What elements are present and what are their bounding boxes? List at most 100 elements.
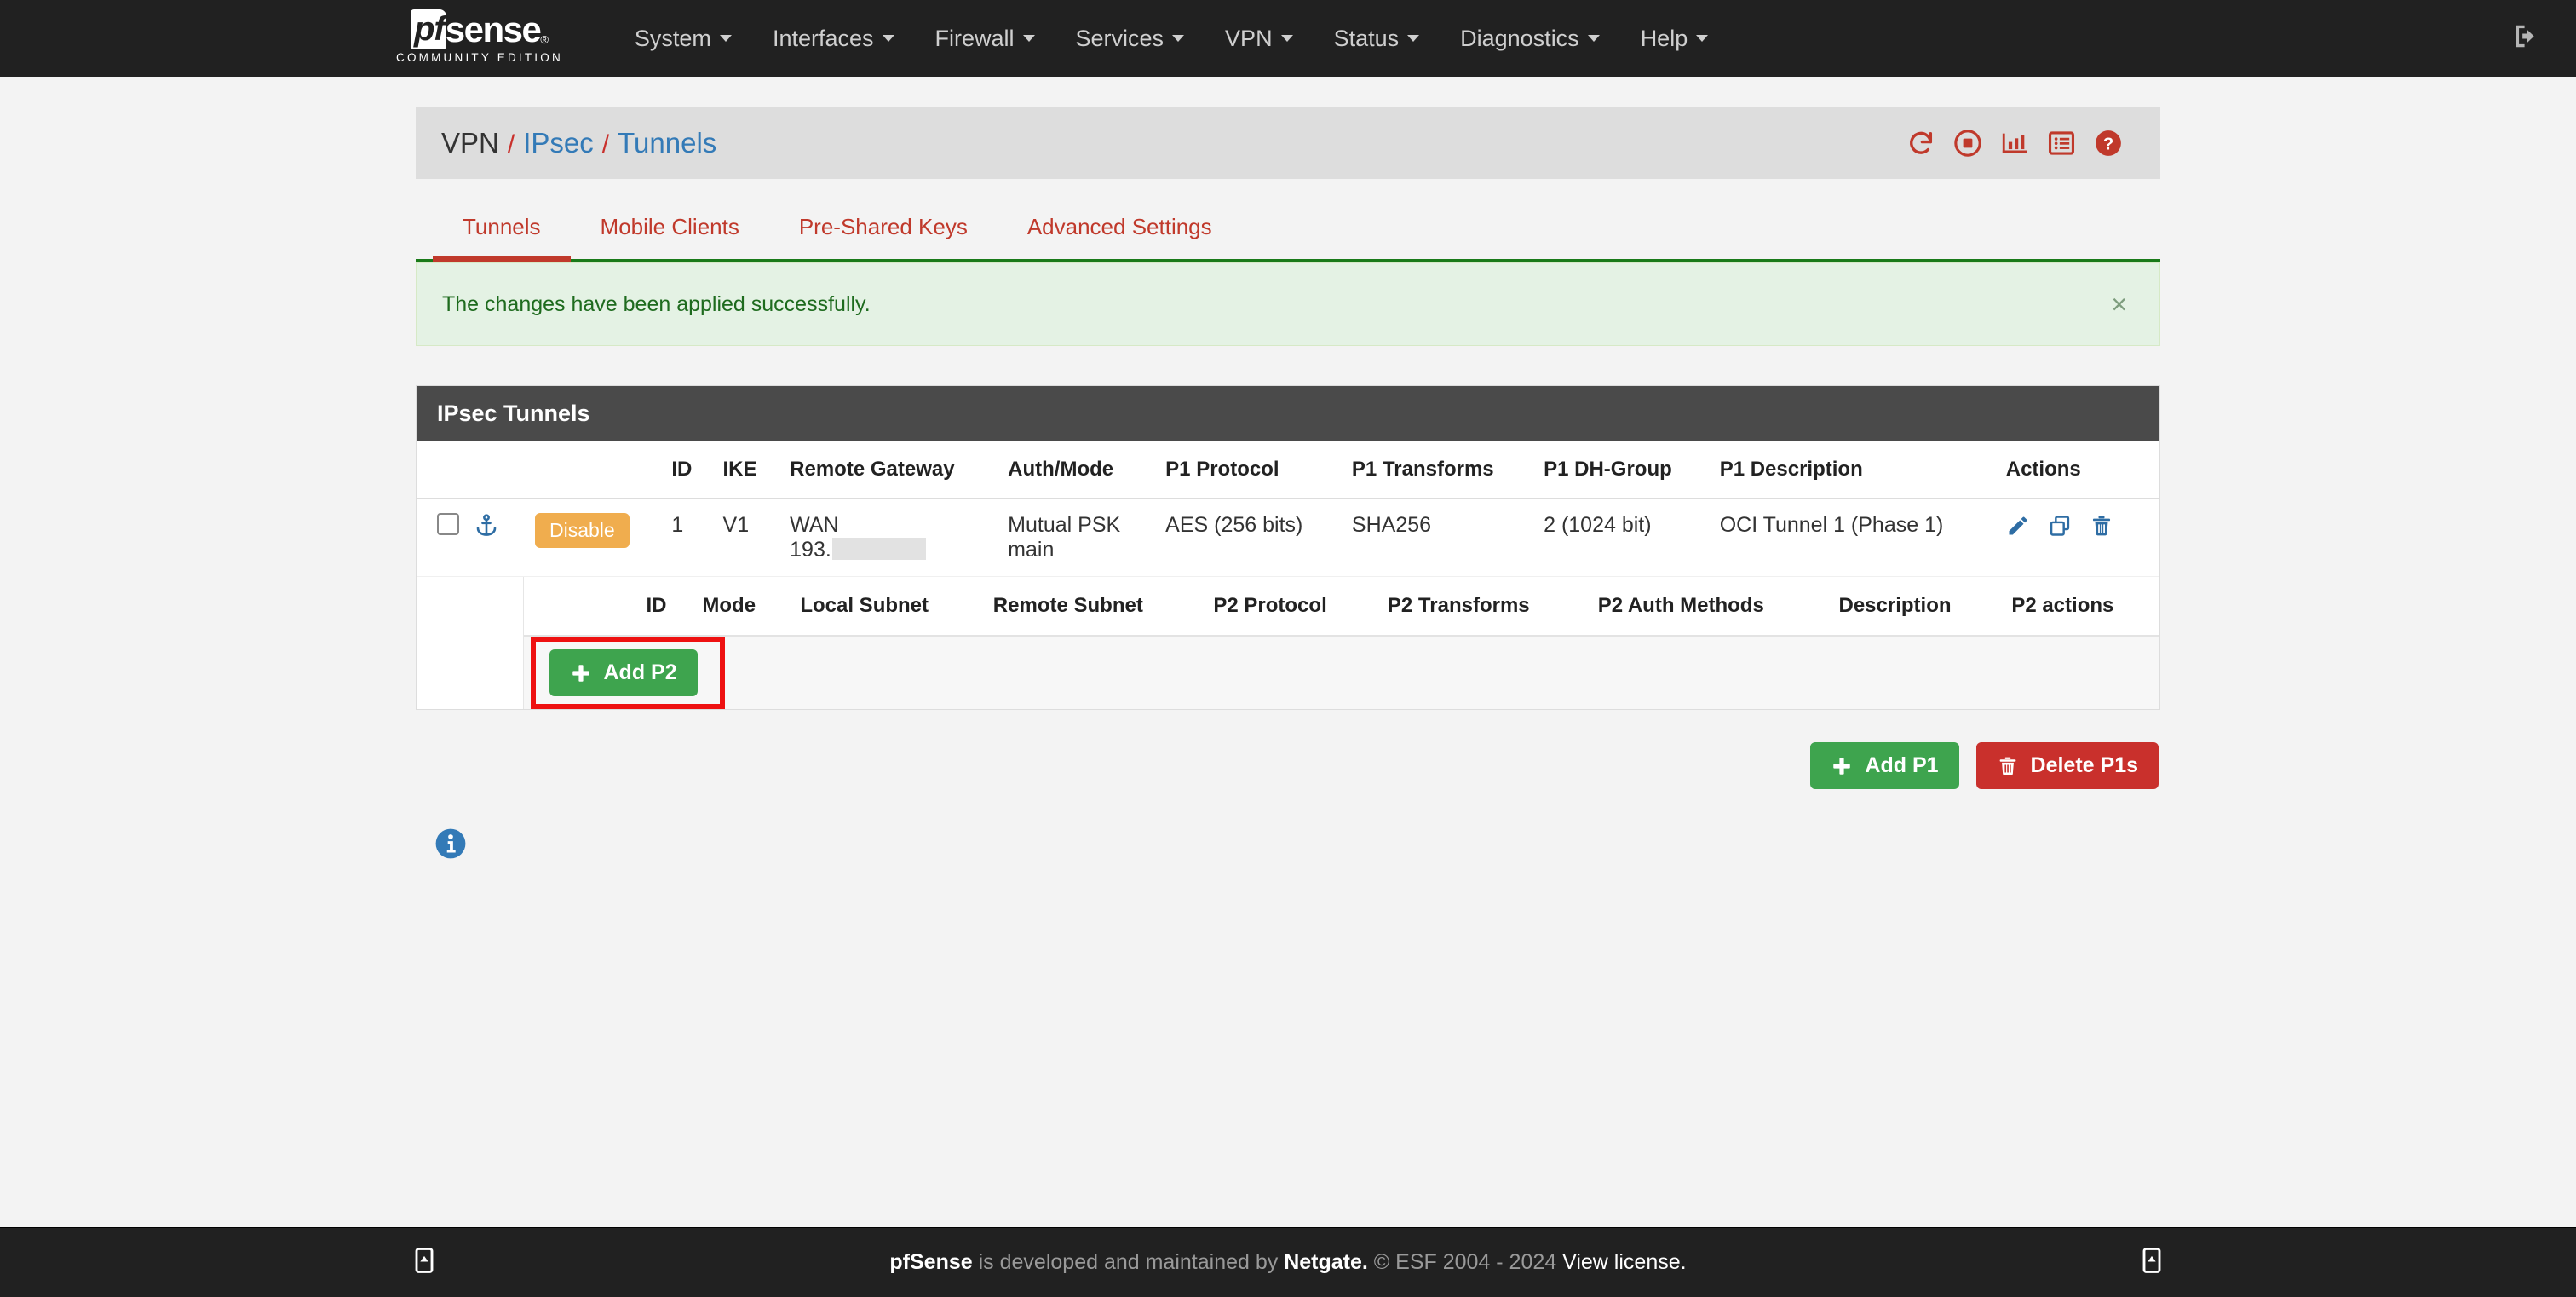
col-status: [523, 441, 660, 499]
status-graph-icon[interactable]: [2000, 129, 2029, 158]
tab-label: Mobile Clients: [600, 214, 739, 239]
p2-subtable-cell: ID Mode Local Subnet Remote Subnet P2 Pr…: [523, 577, 2159, 709]
delete-trash-icon[interactable]: [2090, 514, 2113, 538]
stop-service-icon[interactable]: [1953, 129, 1982, 158]
negotiation-mode: main: [1008, 538, 1055, 562]
nav-label: Status: [1333, 25, 1400, 51]
nav-item-help[interactable]: Help: [1620, 0, 1729, 77]
add-p2-highlight-box: Add P2: [530, 637, 725, 709]
info-icon[interactable]: [434, 827, 467, 860]
p2-col-mode: Mode: [690, 577, 789, 637]
nav-label: Services: [1075, 25, 1164, 51]
brand-pf-badge: pf: [410, 9, 446, 49]
p2-header-row: ID Mode Local Subnet Remote Subnet P2 Pr…: [523, 577, 2159, 637]
p2-table: ID Mode Local Subnet Remote Subnet P2 Pr…: [523, 577, 2159, 709]
nav-item-vpn[interactable]: VPN: [1205, 0, 1314, 77]
chevron-down-icon: [1280, 35, 1293, 42]
p2-col-auth-methods: P2 Auth Methods: [1585, 577, 1827, 637]
p2-col-spacer: [523, 577, 635, 637]
breadcrumb-ipsec-link[interactable]: IPsec: [523, 127, 594, 159]
tab-label: Tunnels: [463, 214, 541, 239]
restart-service-icon[interactable]: [1906, 129, 1935, 158]
p2-col-actions: P2 actions: [1999, 577, 2159, 637]
tab-pre-shared-keys[interactable]: Pre-Shared Keys: [769, 214, 998, 259]
brand-registered-mark: ®: [540, 33, 549, 46]
copy-icon[interactable]: [2048, 514, 2072, 538]
auth-method: Mutual PSK: [1008, 513, 1121, 537]
nav-item-interfaces[interactable]: Interfaces: [752, 0, 915, 77]
breadcrumb-separator: /: [601, 130, 610, 159]
tab-bar: Tunnels Mobile Clients Pre-Shared Keys A…: [416, 179, 2160, 262]
close-icon[interactable]: ×: [2111, 291, 2134, 318]
col-ike: IKE: [710, 441, 779, 499]
redacted-ip-block: [831, 538, 926, 560]
col-auth-mode: Auth/Mode: [996, 441, 1154, 499]
nav-item-status[interactable]: Status: [1314, 0, 1440, 77]
panel-title: IPsec Tunnels: [417, 386, 2159, 441]
col-actions: Actions: [1993, 441, 2159, 499]
page-footer: pfSense is developed and maintained by N…: [0, 1227, 2576, 1297]
row-p1-protocol: AES (256 bits): [1153, 499, 1340, 577]
nav-label: Interfaces: [772, 25, 874, 51]
anchor-icon[interactable]: [474, 513, 499, 539]
nav-item-system[interactable]: System: [614, 0, 752, 77]
page-header-actions: ?: [1906, 129, 2123, 158]
disable-button[interactable]: Disable: [535, 513, 630, 548]
p2-col-description: Description: [1826, 577, 2000, 637]
p2-spacer: [417, 576, 524, 709]
col-p1-dh-group: P1 DH-Group: [1532, 441, 1708, 499]
tab-tunnels[interactable]: Tunnels: [433, 214, 571, 262]
log-list-icon[interactable]: [2047, 129, 2076, 158]
tab-advanced-settings[interactable]: Advanced Settings: [998, 214, 1242, 259]
row-p1-transforms: SHA256: [1339, 499, 1532, 577]
remote-gateway-interface: WAN: [790, 513, 839, 537]
row-actions-cell: [1993, 499, 2159, 577]
edit-pencil-icon[interactable]: [2006, 514, 2030, 538]
row-checkbox[interactable]: [437, 513, 459, 535]
nav-item-services[interactable]: Services: [1055, 0, 1205, 77]
breadcrumb-separator: /: [507, 130, 515, 159]
remote-gateway-address: 193.: [790, 538, 984, 562]
pfsense-logo[interactable]: pf sense ® COMMUNITY EDITION: [396, 9, 563, 67]
tab-label: Pre-Shared Keys: [798, 214, 968, 239]
p2-col-id: ID: [634, 577, 691, 637]
trash-icon: [1999, 757, 2015, 775]
scroll-right-button[interactable]: [2136, 1245, 2167, 1280]
table-header-row: ID IKE Remote Gateway Auth/Mode P1 Proto…: [417, 441, 2159, 499]
logout-icon[interactable]: [2511, 22, 2540, 55]
breadcrumb-tunnels-link[interactable]: Tunnels: [618, 127, 716, 159]
page-header-bar: VPN / IPsec / Tunnels ?: [416, 107, 2160, 179]
row-ike: V1: [710, 499, 779, 577]
chevron-down-icon: [1172, 35, 1185, 42]
col-remote-gateway: Remote Gateway: [778, 441, 997, 499]
footer-text: pfSense is developed and maintained by N…: [889, 1250, 1686, 1275]
brand-logo-row: pf sense ®: [410, 9, 549, 49]
p2-col-local-subnet: Local Subnet: [788, 577, 981, 637]
tab-mobile-clients[interactable]: Mobile Clients: [571, 214, 769, 259]
scroll-left-button[interactable]: [409, 1245, 440, 1280]
add-p2-button[interactable]: Add P2: [549, 649, 698, 696]
delete-p1s-button[interactable]: Delete P1s: [1975, 742, 2159, 789]
p2-subtable-row: ID Mode Local Subnet Remote Subnet P2 Pr…: [417, 576, 2159, 709]
nav-item-firewall[interactable]: Firewall: [915, 0, 1055, 77]
row-status-cell: Disable: [523, 499, 660, 577]
top-navbar: pf sense ® COMMUNITY EDITION System Inte…: [0, 0, 2576, 77]
help-icon[interactable]: ?: [2094, 129, 2123, 158]
chevron-down-icon: [1407, 35, 1420, 42]
ipsec-tunnels-panel: IPsec Tunnels ID IKE Remote Gateway Auth…: [416, 385, 2160, 710]
breadcrumb-root: VPN: [441, 127, 499, 159]
row-p1-dh-group: 2 (1024 bit): [1532, 499, 1708, 577]
chevron-down-icon: [1696, 35, 1709, 42]
ipsec-tunnels-table: ID IKE Remote Gateway Auth/Mode P1 Proto…: [417, 441, 2159, 709]
col-select-all: [417, 441, 474, 499]
footer-netgate-link[interactable]: Netgate.: [1284, 1250, 1368, 1274]
plus-icon: [1833, 757, 1851, 775]
col-anchor: [473, 441, 523, 499]
p2-add-cell: Add P2: [523, 636, 2159, 709]
add-p1-button[interactable]: Add P1: [1810, 742, 1959, 789]
row-remote-gateway: WAN 193.: [778, 499, 997, 577]
panel-action-bar: Add P1 Delete P1s: [416, 710, 2160, 789]
alert-message: The changes have been applied successful…: [442, 291, 871, 316]
footer-license-link[interactable]: View license.: [1562, 1250, 1686, 1274]
nav-item-diagnostics[interactable]: Diagnostics: [1440, 0, 1620, 77]
